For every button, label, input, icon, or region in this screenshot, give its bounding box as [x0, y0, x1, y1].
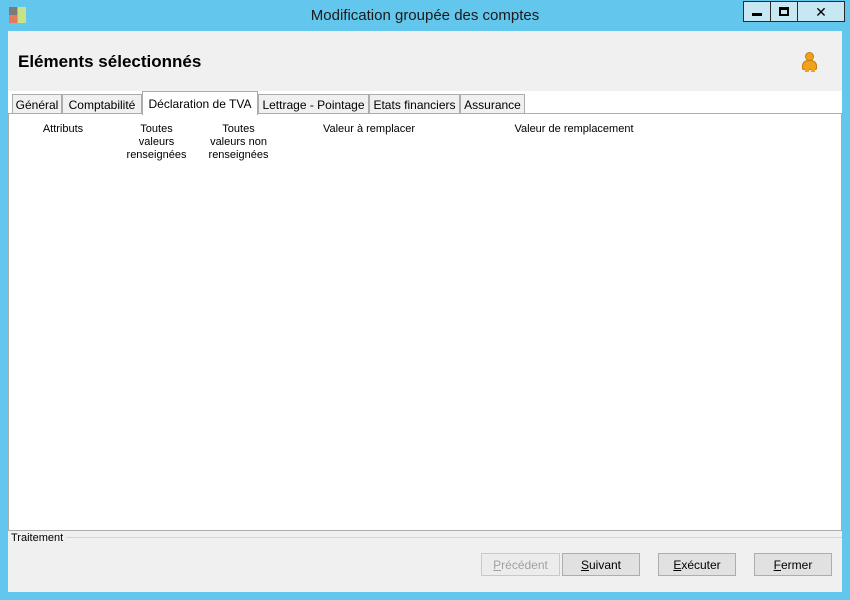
tab-lettrage-pointage[interactable]: Lettrage - Pointage — [258, 94, 369, 114]
close-label: ermer — [781, 557, 813, 572]
tab-etats-financiers[interactable]: Etats financiers — [369, 94, 460, 114]
previous-button[interactable]: Précédent — [481, 553, 560, 576]
treatment-label: Traitement — [11, 532, 64, 544]
close-window-button[interactable]: ✕ — [797, 1, 845, 22]
tab-label: Général — [15, 97, 59, 112]
close-button[interactable]: Fermer — [754, 553, 832, 576]
page-title: Eléments sélectionnés — [18, 52, 202, 71]
header: Eléments sélectionnés — [8, 31, 842, 91]
tab-label: Comptabilité — [68, 97, 136, 112]
app-window: Modification groupée des comptes ✕ Eléme… — [0, 0, 850, 600]
tab-label: Assurance — [464, 97, 521, 112]
maximize-icon — [779, 7, 789, 16]
maximize-button[interactable] — [770, 1, 798, 22]
previous-accelerator: P — [493, 557, 502, 572]
execute-button[interactable]: Exécuter — [658, 553, 736, 576]
column-header-toutes-valeurs-non-renseignees: Toutes valeurs non renseignées — [208, 123, 269, 161]
tab-label: Etats financiers — [373, 97, 456, 112]
previous-label: récédent — [501, 557, 548, 572]
treatment-divider — [66, 537, 842, 538]
next-label: uivant — [588, 557, 622, 572]
tab-panel-declaration-tva: Attributs Toutes valeurs renseignées Tou… — [8, 113, 842, 531]
minimize-icon — [752, 13, 762, 16]
column-header-attributs: Attributs — [42, 123, 84, 135]
treatment-group: Traitement Précédent Suivant Exécuter Fe… — [8, 531, 842, 592]
tab-label: Lettrage - Pointage — [262, 97, 365, 112]
user-icon[interactable] — [801, 52, 819, 72]
next-accelerator: S — [580, 557, 589, 572]
tab-general[interactable]: Général — [12, 94, 62, 114]
tab-comptabilite[interactable]: Comptabilité — [62, 94, 142, 114]
title-bar[interactable]: Modification groupée des comptes ✕ — [0, 0, 850, 31]
execute-label: xécuter — [681, 557, 721, 572]
close-icon: ✕ — [815, 3, 827, 20]
dialog-client: Eléments sélectionnés Général Comptabili… — [8, 31, 842, 592]
window-title: Modification groupée des comptes — [310, 7, 540, 24]
close-accelerator: F — [773, 557, 781, 572]
column-header-valeur-a-remplacer: Valeur à remplacer — [322, 123, 416, 135]
column-header-toutes-valeurs-renseignees: Toutes valeurs renseignées — [126, 123, 187, 161]
minimize-button[interactable] — [743, 1, 771, 22]
tab-assurance[interactable]: Assurance — [460, 94, 525, 114]
tab-label: Déclaration de TVA — [148, 96, 252, 111]
tab-strip: Général Comptabilité Déclaration de TVA … — [8, 91, 842, 115]
tab-declaration-tva[interactable]: Déclaration de TVA — [142, 91, 258, 115]
execute-accelerator: E — [673, 557, 682, 572]
column-header-valeur-de-remplacement: Valeur de remplacement — [514, 123, 634, 135]
next-button[interactable]: Suivant — [562, 553, 640, 576]
